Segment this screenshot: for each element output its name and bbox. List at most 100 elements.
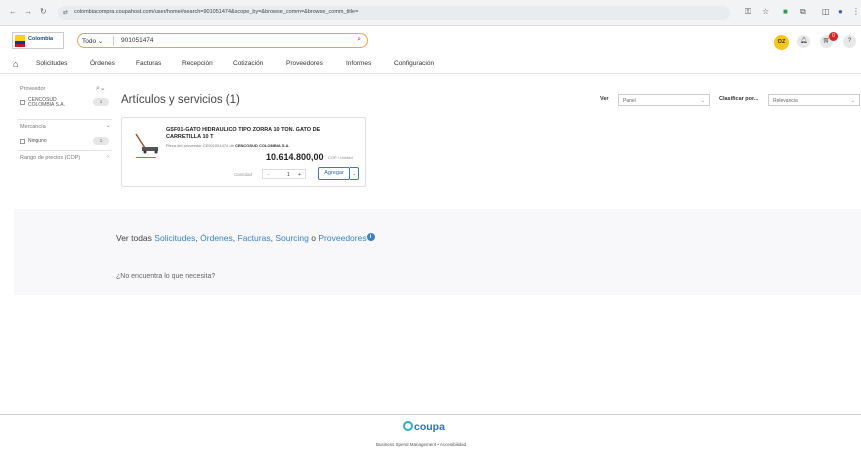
- nav-cotizacion[interactable]: Cotización: [233, 60, 263, 67]
- nav-informes[interactable]: Informes: [346, 60, 371, 67]
- item-supplier: Pieza del proveedor CE901051474 de CENCO…: [166, 143, 289, 148]
- nav-ordenes[interactable]: Órdenes: [90, 60, 115, 67]
- notifications-bell-icon[interactable]: 🔔︎: [797, 35, 810, 48]
- add-to-cart-button[interactable]: Agregar: [318, 167, 350, 180]
- footer-divider: [0, 414, 861, 415]
- quantity-stepper: − 1 +: [262, 169, 306, 179]
- item-card: GSF01-GATO HIDRAULICO TIPO ZORRA 10 TON.…: [121, 117, 366, 187]
- add-options-chevron-icon[interactable]: ⌄: [350, 167, 359, 180]
- nav-proveedores[interactable]: Proveedores: [286, 60, 323, 67]
- chevron-down-icon: ⌄: [97, 38, 104, 45]
- chevron-down-icon: ⌄: [850, 98, 855, 104]
- hydraulic-jack-image[interactable]: [132, 128, 160, 158]
- footer-links: Business Spend Management • Accesibilida…: [376, 442, 466, 447]
- coupa-mark-icon: [403, 421, 413, 431]
- main-nav: ⌂ Solicitudes Órdenes Facturas Recepción…: [0, 56, 861, 72]
- sidebar-divider: [18, 150, 112, 151]
- bookmark-star-icon[interactable]: ☆: [762, 7, 769, 16]
- sidepanel-icon[interactable]: ◫: [822, 7, 830, 16]
- url-text: colombiacompra.coupahost.com/user/home#s…: [74, 9, 359, 15]
- reload-icon[interactable]: ↻: [40, 7, 47, 16]
- view-select-value: Panel: [623, 98, 636, 104]
- view-select[interactable]: Panel ⌄: [618, 94, 710, 106]
- filter-mercancia-label: Mercancía: [20, 124, 46, 130]
- search-scope-select[interactable]: Todo ⌄: [82, 37, 103, 45]
- or-text: o: [311, 233, 317, 243]
- site-info-icon[interactable]: ⇄: [63, 9, 68, 16]
- filter-rango-precios[interactable]: Rango de precios (COP): [20, 155, 80, 161]
- item-title[interactable]: GSF01-GATO HIDRAULICO TIPO ZORRA 10 TON.…: [166, 127, 356, 141]
- sidebar-divider: [18, 119, 112, 120]
- chevron-right-icon[interactable]: ›: [107, 154, 109, 160]
- logo-text: Colombia: [28, 36, 54, 42]
- nav-recepcion[interactable]: Recepción: [182, 60, 213, 67]
- link-solicitudes[interactable]: Solicitudes: [154, 233, 195, 243]
- supplier-prefix: Pieza del proveedor CE901051474 de: [166, 143, 234, 148]
- quantity-input[interactable]: 1: [287, 172, 290, 178]
- mercancia-item[interactable]: Ninguno: [28, 138, 47, 144]
- search-icon[interactable]: ⌕: [357, 36, 361, 44]
- chevron-down-icon: ⌄: [700, 98, 705, 104]
- cart-badge: 0: [829, 32, 838, 41]
- nav-configuracion[interactable]: Configuración: [394, 60, 434, 67]
- flag-logo-icon: [15, 35, 25, 47]
- filter-search-icon[interactable]: ⌕⌄: [96, 84, 106, 93]
- quantity-label: Cantidad: [234, 172, 253, 177]
- see-all-links: Ver todas Solicitudes, Órdenes, Facturas…: [116, 233, 375, 243]
- link-facturas[interactable]: Facturas: [238, 233, 271, 243]
- password-key-icon[interactable]: ⚿: [745, 7, 751, 17]
- link-separator: ,: [270, 233, 273, 243]
- filter-proveedor-label: Proveedor: [20, 86, 46, 92]
- chevron-down-icon[interactable]: ⌄: [106, 123, 111, 129]
- proveedor-count: 1: [93, 98, 109, 106]
- nav-facturas[interactable]: Facturas: [136, 60, 161, 67]
- sort-select[interactable]: Relevancia ⌄: [768, 94, 860, 106]
- not-found-text[interactable]: ¿No encuentra lo que necesita?: [116, 273, 215, 280]
- back-icon[interactable]: ←: [9, 7, 17, 16]
- search-scope-value: Todo: [82, 38, 97, 45]
- profile-icon[interactable]: ●: [838, 7, 843, 16]
- item-price: 10.614.800,00: [266, 152, 324, 162]
- extensions-puzzle-icon[interactable]: ⧉: [800, 7, 806, 17]
- app-header: Colombia Todo ⌄ 901051474 ⌕ OZ 🔔︎ 🛒︎ 0 ?: [0, 27, 861, 55]
- coupa-brand-text: coupa: [414, 421, 445, 433]
- see-all-prefix: Ver todas: [116, 233, 152, 243]
- footer-link-accesibilidad[interactable]: Accesibilidad: [440, 442, 466, 447]
- supplier-name[interactable]: CENCOSUD COLOMBIA S.A.: [235, 143, 290, 148]
- link-sourcing[interactable]: Sourcing: [275, 233, 309, 243]
- search-bar: Todo ⌄ 901051474 ⌕: [77, 33, 368, 48]
- browser-menu-icon[interactable]: ⋮: [852, 7, 860, 16]
- link-ordenes[interactable]: Órdenes: [200, 233, 233, 243]
- forward-icon[interactable]: →: [24, 7, 32, 16]
- sort-label: Clasificar por...: [719, 96, 759, 102]
- page-title: Artículos y servicios (1): [121, 94, 240, 106]
- sort-select-value: Relevancia: [773, 98, 798, 104]
- home-icon[interactable]: ⌂: [13, 59, 18, 69]
- address-bar[interactable]: ⇄ colombiacompra.coupahost.com/user/home…: [58, 6, 730, 20]
- footer-dot: •: [437, 442, 439, 447]
- help-icon[interactable]: ?: [843, 35, 856, 48]
- nav-divider: [0, 73, 861, 74]
- quantity-increment-button[interactable]: +: [298, 172, 301, 178]
- link-proveedores[interactable]: Proveedores: [318, 233, 366, 243]
- quantity-decrement-button[interactable]: −: [267, 172, 270, 178]
- mercancia-count: 1: [93, 137, 109, 145]
- colombia-compra-logo[interactable]: Colombia: [12, 32, 64, 49]
- proveedor-checkbox[interactable]: [20, 100, 25, 105]
- search-divider: [113, 36, 114, 46]
- link-separator: ,: [195, 233, 198, 243]
- footer-link-bsm[interactable]: Business Spend Management: [376, 442, 436, 447]
- item-unit: COP / Unidad: [328, 155, 353, 160]
- info-icon[interactable]: i: [366, 233, 375, 241]
- view-label: Ver: [600, 96, 609, 102]
- browser-toolbar: ← → ↻ ⇄ colombiacompra.coupahost.com/use…: [0, 0, 861, 26]
- mercancia-checkbox[interactable]: [20, 139, 25, 144]
- link-separator: ,: [232, 233, 236, 243]
- nav-solicitudes[interactable]: Solicitudes: [36, 60, 67, 67]
- avatar[interactable]: OZ: [774, 35, 789, 50]
- coupa-logo[interactable]: coupa: [403, 421, 445, 433]
- extension-icon[interactable]: ■: [783, 7, 788, 16]
- proveedor-item[interactable]: CENCOSUD COLOMBIA S.A.: [28, 98, 68, 108]
- search-input[interactable]: 901051474: [121, 37, 154, 44]
- see-all-panel: [14, 209, 861, 295]
